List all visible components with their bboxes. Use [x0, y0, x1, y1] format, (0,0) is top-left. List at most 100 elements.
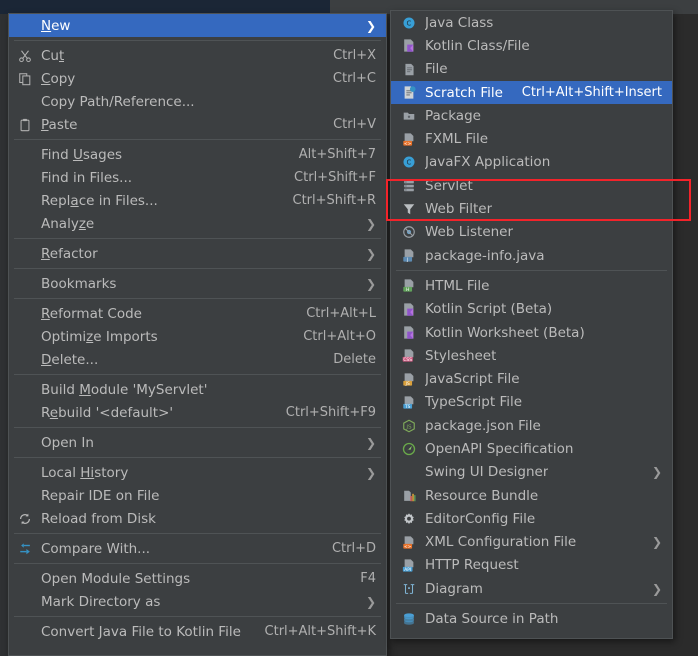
menu-item-copy-path-reference[interactable]: Copy Path/Reference...	[9, 90, 386, 113]
js-file-icon: JS	[399, 371, 419, 387]
menu-item-label: Optimize Imports	[41, 328, 158, 345]
new-item-openapi-specification[interactable]: OpenAPI Specification	[391, 437, 672, 460]
nodejs-icon: JS	[399, 418, 419, 434]
menu-item-label: Open In	[41, 434, 94, 451]
menu-item-label: Resource Bundle	[425, 487, 539, 504]
menu-separator	[14, 563, 381, 564]
menu-item-refactor[interactable]: Refactor ❯	[9, 242, 386, 265]
new-item-servlet[interactable]: Servlet	[391, 174, 672, 197]
http-request-icon: API	[399, 557, 419, 573]
editor-context-menu[interactable]: New ❯ Cut Ctrl+X Copy Ctrl+C Copy Path/Referen…	[8, 13, 387, 656]
menu-item-local-history[interactable]: Local History ❯	[9, 461, 386, 484]
xml-file-icon: <>	[399, 534, 419, 550]
screen: New ❯ Cut Ctrl+X Copy Ctrl+C Copy Path/Referen…	[0, 0, 698, 656]
new-item-kotlin-script-beta[interactable]: Kotlin Script (Beta)	[391, 298, 672, 321]
menu-item-compare-with[interactable]: Compare With... Ctrl+D	[9, 537, 386, 560]
scissors-icon	[15, 48, 35, 64]
new-item-stylesheet[interactable]: CSS Stylesheet	[391, 344, 672, 367]
no-icon	[15, 405, 35, 421]
new-item-editorconfig-file[interactable]: EditorConfig File	[391, 507, 672, 530]
menu-item-copy[interactable]: Copy Ctrl+C	[9, 67, 386, 90]
new-item-typescript-file[interactable]: TS TypeScript File	[391, 391, 672, 414]
menu-item-label: XML Configuration File	[425, 534, 577, 551]
new-item-package[interactable]: Package	[391, 104, 672, 127]
new-item-javascript-file[interactable]: JS JavaScript File	[391, 367, 672, 390]
new-item-java-class[interactable]: C Java Class	[391, 11, 672, 34]
menu-item-label: Kotlin Class/File	[425, 37, 530, 54]
menu-item-mark-directory-as[interactable]: Mark Directory as ❯	[9, 590, 386, 613]
chevron-right-icon: ❯	[365, 465, 376, 480]
svg-text:CSS: CSS	[403, 357, 412, 363]
menu-item-label: Open Module Settings	[41, 570, 191, 587]
menu-item-find-in-files[interactable]: Find in Files... Ctrl+Shift+F	[9, 166, 386, 189]
menu-item-label: Scratch File	[425, 84, 503, 101]
menu-item-open-in[interactable]: Open In ❯	[9, 431, 386, 454]
menu-item-label: Find Usages	[41, 146, 123, 163]
menu-item-label: Paste	[41, 116, 78, 133]
kotlin-file-icon	[399, 38, 419, 54]
new-item-http-request[interactable]: API HTTP Request	[391, 554, 672, 577]
menu-item-delete[interactable]: Delete... Delete	[9, 348, 386, 371]
new-item-fxml-file[interactable]: <> FXML File	[391, 127, 672, 150]
menu-item-replace-in-files[interactable]: Replace in Files... Ctrl+Shift+R	[9, 189, 386, 212]
new-item-kotlin-class-file[interactable]: Kotlin Class/File	[391, 34, 672, 57]
new-item-xml-configuration-file[interactable]: <> XML Configuration File ❯	[391, 531, 672, 554]
menu-separator	[14, 268, 381, 269]
copy-icon	[15, 71, 35, 87]
new-item-javafx-application[interactable]: C JavaFX Application	[391, 151, 672, 174]
menu-item-paste[interactable]: Paste Ctrl+V	[9, 113, 386, 136]
menu-item-label: Web Filter	[425, 201, 493, 218]
gear-icon	[399, 511, 419, 527]
menu-item-find-usages[interactable]: Find Usages Alt+Shift+7	[9, 143, 386, 166]
chevron-right-icon: ❯	[365, 435, 376, 450]
menu-item-label: Local History	[41, 464, 129, 481]
javafx-app-icon: C	[399, 154, 419, 170]
svg-text:API: API	[404, 567, 411, 573]
menu-separator	[14, 457, 381, 458]
clipboard-icon	[15, 117, 35, 133]
new-item-file[interactable]: File	[391, 58, 672, 81]
menu-item-cut[interactable]: Cut Ctrl+X	[9, 44, 386, 67]
no-icon	[15, 465, 35, 481]
menu-item-build-module-myservlet[interactable]: Build Module 'MyServlet'	[9, 378, 386, 401]
new-item-web-listener[interactable]: Web Listener	[391, 221, 672, 244]
new-file-submenu[interactable]: C Java Class Kotlin Class/File File Scratch …	[390, 10, 673, 639]
new-item-package-json-file[interactable]: JS package.json File	[391, 414, 672, 437]
svg-text:<>: <>	[404, 543, 412, 549]
menu-item-open-module-settings[interactable]: Open Module Settings F4	[9, 567, 386, 590]
new-item-diagram[interactable]: Diagram ❯	[391, 577, 672, 600]
diagram-icon	[399, 581, 419, 597]
menu-item-repair-ide-on-file[interactable]: Repair IDE on File	[9, 484, 386, 507]
menu-separator	[396, 603, 667, 605]
menu-item-bookmarks[interactable]: Bookmarks ❯	[9, 272, 386, 295]
new-item-scratch-file[interactable]: Scratch File Ctrl+Alt+Shift+Insert	[391, 80, 672, 105]
menu-item-reload-from-disk[interactable]: Reload from Disk	[9, 507, 386, 530]
resource-bundle-icon	[399, 488, 419, 504]
web-filter-icon	[399, 201, 419, 217]
new-item-resource-bundle[interactable]: Resource Bundle	[391, 484, 672, 507]
menu-item-analyze[interactable]: Analyze ❯	[9, 212, 386, 235]
new-item-web-filter[interactable]: Web Filter	[391, 197, 672, 220]
package-info-icon: J	[399, 248, 419, 264]
menu-item-new[interactable]: New ❯	[9, 14, 386, 37]
web-listener-icon	[399, 224, 419, 240]
menu-item-reformat-code[interactable]: Reformat Code Ctrl+Alt+L	[9, 302, 386, 325]
new-item-html-file[interactable]: H HTML File	[391, 274, 672, 297]
menu-separator	[396, 270, 667, 272]
menu-separator	[14, 238, 381, 239]
menu-item-rebuild-default[interactable]: Rebuild '<default>' Ctrl+Shift+F9	[9, 401, 386, 424]
menu-item-label: Find in Files...	[41, 169, 133, 186]
new-item-data-source-in-path[interactable]: Data Source in Path	[391, 607, 672, 630]
menu-item-optimize-imports[interactable]: Optimize Imports Ctrl+Alt+O	[9, 325, 386, 348]
menu-item-label: Swing UI Designer	[425, 464, 549, 481]
menu-item-label: package-info.java	[425, 247, 545, 264]
new-item-kotlin-worksheet-beta[interactable]: Kotlin Worksheet (Beta)	[391, 321, 672, 344]
svg-text:H: H	[406, 287, 409, 293]
menu-item-shortcut: Ctrl+D	[331, 541, 376, 556]
new-item-swing-ui-designer[interactable]: Swing UI Designer ❯	[391, 461, 672, 484]
menu-item-label: File	[425, 61, 448, 78]
menu-item-convert-java-file-to-kotlin-file[interactable]: Convert Java File to Kotlin File Ctrl+Alt…	[9, 620, 386, 643]
new-item-package-info-java[interactable]: Jpackage-info.java	[391, 244, 672, 267]
menu-item-label: Analyze	[41, 215, 95, 232]
chevron-right-icon: ❯	[651, 581, 662, 596]
